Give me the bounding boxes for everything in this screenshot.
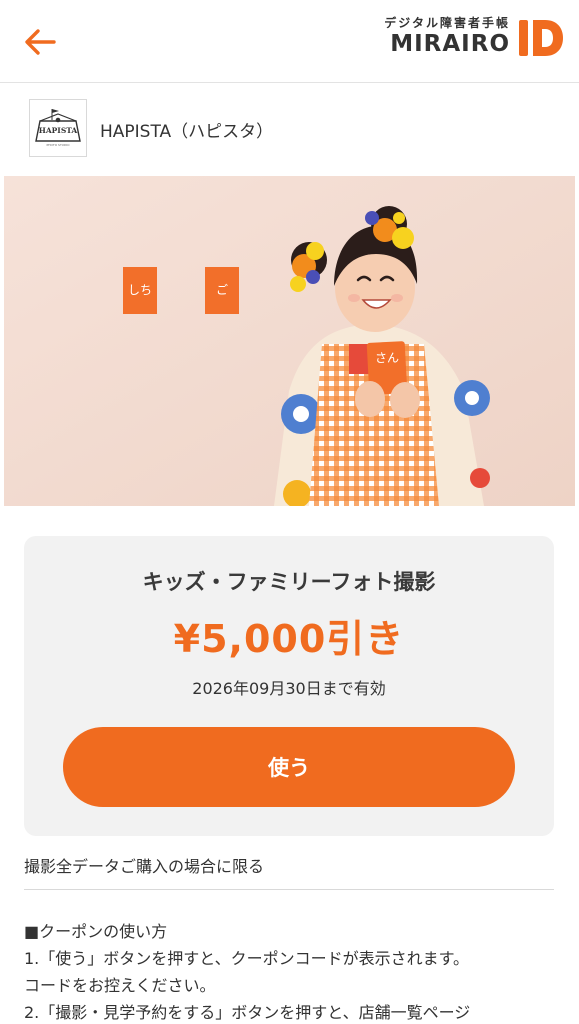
usage-instructions: ■クーポンの使い方 1.「使う」ボタンを押すと、クーポンコードが表示されます。 … bbox=[24, 918, 564, 1024]
brand-subtitle: デジタル障害者手帳 bbox=[384, 16, 510, 30]
shop-logo-subtext: PHOTO STUDIO bbox=[46, 143, 70, 147]
shop-logo-icon: HAPISTA PHOTO STUDIO bbox=[35, 109, 81, 147]
card-san-text: さん bbox=[375, 351, 399, 365]
brand-logo: デジタル障害者手帳 MIRAIRO ID bbox=[365, 14, 565, 66]
divider bbox=[24, 889, 554, 890]
shop-row[interactable]: HAPISTA PHOTO STUDIO HAPISTA（ハピスタ） bbox=[0, 83, 579, 175]
usage-line: 2.「撮影・見学予約をする」ボタンを押すと、店舗一覧ページ bbox=[24, 1003, 471, 1022]
card-go-text: ご bbox=[216, 282, 228, 297]
usage-heading: ■クーポンの使い方 bbox=[24, 922, 168, 941]
usage-line: コードをお控えください。 bbox=[24, 976, 216, 995]
hero-illustration: しち ご さん bbox=[4, 176, 575, 506]
use-coupon-button[interactable]: 使う bbox=[63, 727, 515, 807]
coupon-card: キッズ・ファミリーフォト撮影 ¥5,000引き 2026年09月30日まで有効 … bbox=[24, 536, 554, 836]
coupon-validity: 2026年09月30日まで有効 bbox=[192, 679, 386, 698]
coupon-title: キッズ・ファミリーフォト撮影 bbox=[142, 570, 436, 594]
usage-line: 1.「使う」ボタンを押すと、クーポンコードが表示されます。 bbox=[24, 949, 470, 968]
hero-photo: しち ご さん bbox=[4, 176, 575, 506]
coupon-discount: ¥5,000引き bbox=[173, 617, 405, 661]
shop-logo-text: HAPISTA bbox=[39, 126, 78, 135]
shop-name: HAPISTA（ハピスタ） bbox=[100, 122, 274, 142]
card-shichi: しち bbox=[123, 267, 157, 314]
brand-id-text: ID bbox=[517, 16, 518, 17]
card-go: ご bbox=[205, 267, 239, 314]
card-shichi-text: しち bbox=[128, 283, 152, 297]
back-arrow-icon bbox=[25, 29, 56, 55]
brand-id-mark-icon: ID bbox=[517, 16, 563, 56]
app-header: デジタル障害者手帳 MIRAIRO ID bbox=[0, 0, 579, 83]
brand-name: MIRAIRO bbox=[390, 31, 510, 57]
shop-logo: HAPISTA PHOTO STUDIO bbox=[29, 99, 87, 157]
back-button[interactable] bbox=[20, 22, 64, 62]
coupon-condition: 撮影全データご購入の場合に限る bbox=[24, 857, 265, 876]
coupon-detail-screen: デジタル障害者手帳 MIRAIRO ID HAPISTA PHOTO STUDI… bbox=[0, 0, 579, 1024]
